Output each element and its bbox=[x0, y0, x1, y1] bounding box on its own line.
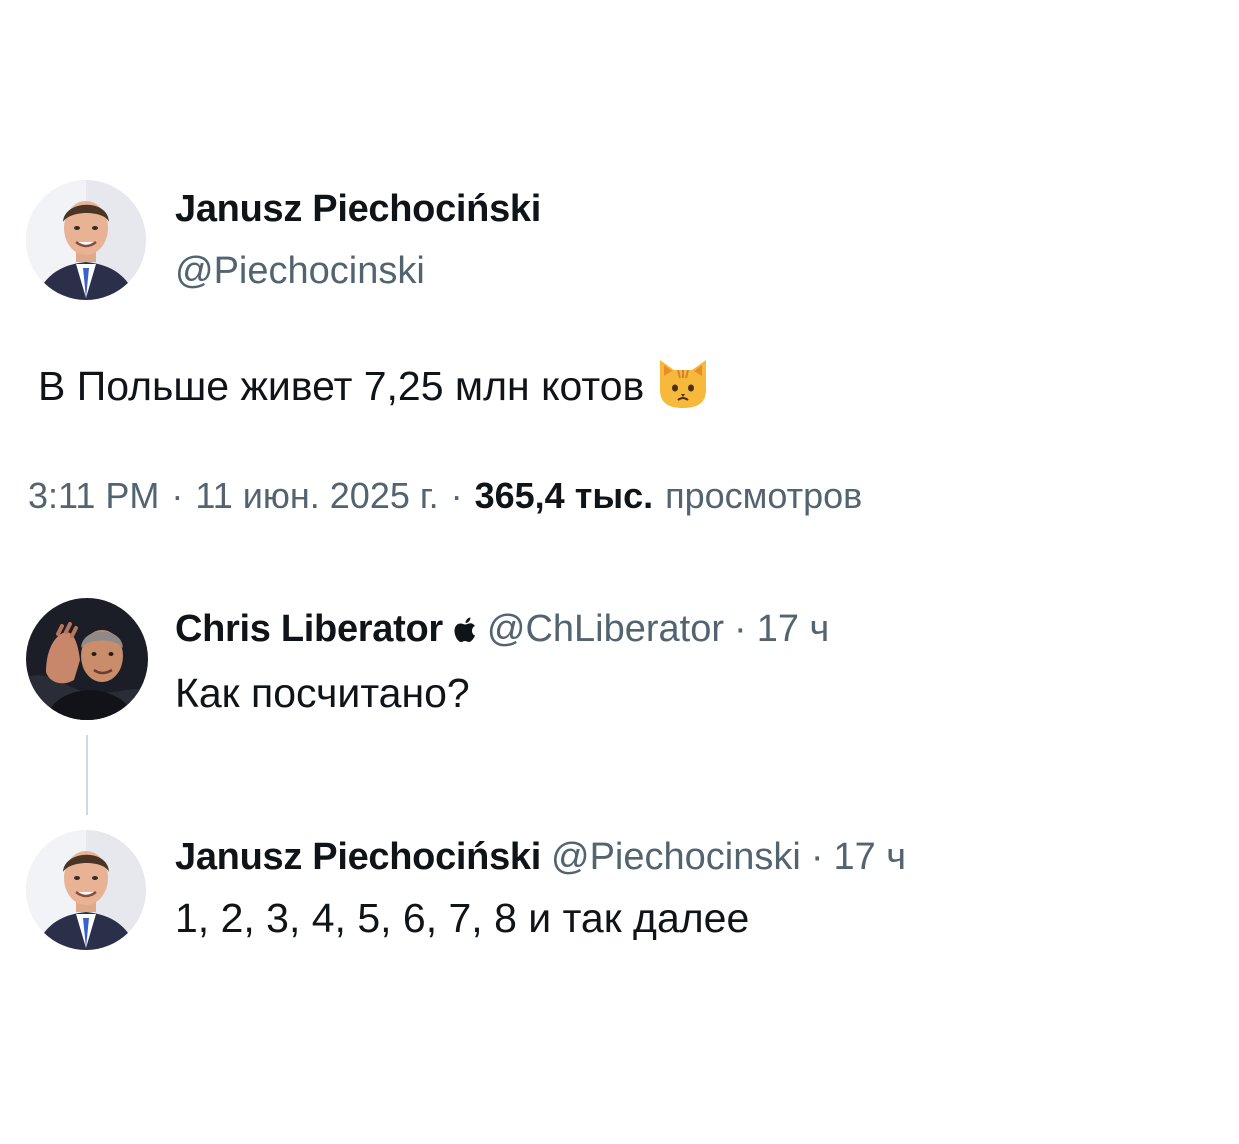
tweet-body: В Польше живет 7,25 млн котов bbox=[38, 342, 712, 410]
tweet-date[interactable]: 11 июн. 2025 г. bbox=[195, 475, 438, 517]
apple-icon bbox=[453, 616, 477, 644]
meta-separator: · bbox=[810, 836, 824, 878]
reply-text: Как посчитано? bbox=[175, 670, 470, 716]
tweet-text: В Польше живет 7,25 млн котов bbox=[38, 363, 645, 409]
author-handle[interactable]: @Piechocinski bbox=[175, 250, 425, 293]
reply-author-handle[interactable]: @Piechocinski bbox=[551, 836, 801, 879]
person-avatar-image bbox=[26, 180, 146, 300]
person-avatar-image bbox=[26, 598, 148, 720]
thread-connector-line bbox=[86, 735, 88, 815]
reply-text: 1, 2, 3, 4, 5, 6, 7, 8 и так далее bbox=[175, 895, 750, 941]
reply-author-handle[interactable]: @ChLiberator bbox=[487, 608, 724, 651]
views-count: 365,4 тыс. bbox=[474, 475, 654, 516]
person-avatar-image bbox=[26, 830, 146, 950]
tweet-time[interactable]: 3:11 PM bbox=[28, 475, 159, 517]
reply-header: Chris Liberator @ChLiberator · 17 ч bbox=[175, 608, 829, 651]
reply-author-name[interactable]: Janusz Piechociński bbox=[175, 836, 541, 879]
reply-avatar[interactable] bbox=[26, 830, 146, 950]
reply-avatar[interactable] bbox=[26, 598, 148, 720]
tweet-meta: 3:11 PM · 11 июн. 2025 г. · 365,4 тыс. п… bbox=[28, 475, 862, 517]
views-label: просмотров bbox=[665, 475, 863, 516]
reply-author-name[interactable]: Chris Liberator bbox=[175, 608, 443, 651]
author-name[interactable]: Janusz Piechociński bbox=[175, 188, 541, 231]
meta-separator: · bbox=[450, 475, 463, 516]
meta-separator: · bbox=[171, 475, 184, 516]
author-avatar[interactable] bbox=[26, 180, 146, 300]
cat-face-icon bbox=[654, 352, 712, 410]
reply-time[interactable]: 17 ч bbox=[757, 608, 830, 651]
reply-header: Janusz Piechociński @Piechocinski · 17 ч bbox=[175, 836, 906, 879]
reply-time[interactable]: 17 ч bbox=[833, 836, 906, 879]
meta-separator: · bbox=[734, 608, 747, 650]
